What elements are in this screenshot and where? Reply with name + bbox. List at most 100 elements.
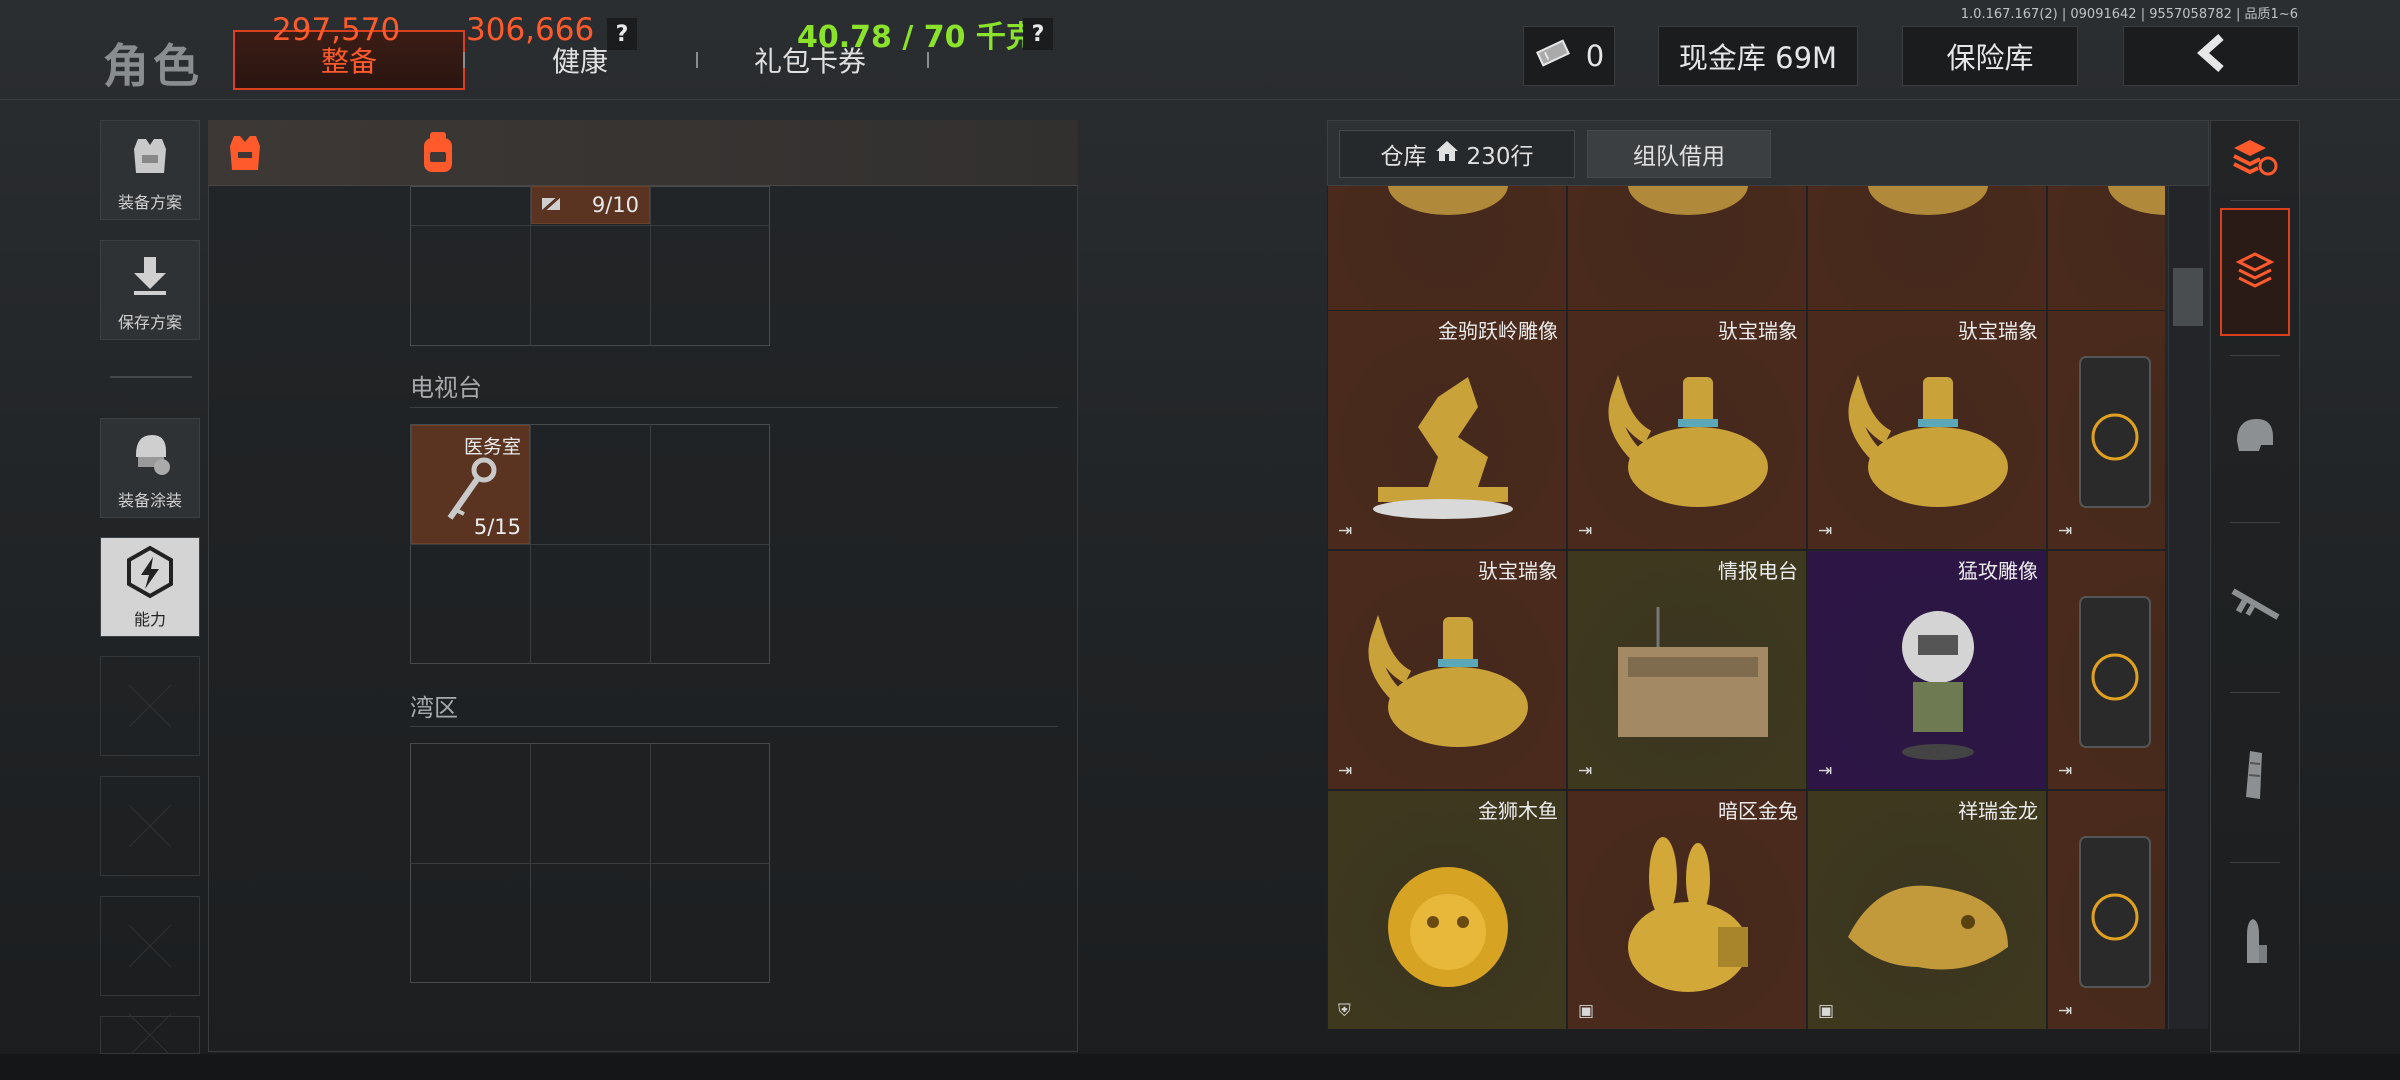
category-magazine[interactable] — [2220, 722, 2290, 832]
sidebar-item-ability[interactable]: 能力 — [100, 537, 200, 637]
sidebar-item-label: 能力 — [133, 610, 166, 629]
item-artwork — [2108, 186, 2165, 215]
category-divider — [2230, 355, 2280, 356]
sidebar-item-label: 装备涂装 — [117, 491, 182, 510]
item-artwork — [1618, 607, 1768, 737]
armor-value: 297,570 — [272, 12, 401, 48]
weight-help-button[interactable]: ? — [1023, 18, 1053, 50]
item-artwork — [1902, 611, 1974, 760]
item-artwork — [2079, 836, 2151, 988]
item-artwork — [2079, 596, 2151, 748]
storage-item[interactable]: 红魔 臻金 传奇⇥ — [2047, 550, 2165, 790]
item-name: 金狮木鱼 — [1478, 799, 1558, 823]
section-title: 湾区 — [410, 694, 458, 722]
empty-slot — [100, 656, 200, 756]
item-name: 猛攻雕像 — [1958, 559, 2038, 583]
item-artwork — [1368, 614, 1528, 747]
backpack-value-icon — [418, 130, 458, 180]
version-label: 1.0.167.167(2) | 09091642 | 9557058782 |… — [1960, 7, 2298, 22]
item-artwork — [1868, 186, 1988, 215]
category-ammo[interactable] — [2220, 890, 2290, 1000]
key-item[interactable]: 医务室 5/15 — [411, 425, 530, 544]
item-count: 9/10 — [591, 193, 639, 217]
exit-icon: ⇥ — [1338, 761, 1353, 781]
empty-slot — [100, 1016, 200, 1054]
tab-warehouse[interactable]: 仓库 230行 — [1339, 130, 1575, 178]
safe-vault-button[interactable]: 保险库 — [1902, 26, 2078, 86]
exit-icon: ⇥ — [1578, 521, 1593, 541]
category-weapon[interactable] — [2220, 552, 2290, 662]
rifle-icon — [2225, 583, 2285, 631]
tab-team-borrow[interactable]: 组队借用 — [1587, 130, 1771, 178]
category-divider — [2230, 692, 2280, 693]
back-button[interactable] — [2123, 26, 2299, 86]
storage-item[interactable]: 红魔 臻金 传奇⇥ — [2047, 790, 2165, 1029]
empty-slot — [100, 896, 200, 996]
exit-icon: ⇥ — [2058, 1001, 2073, 1021]
category-helmet[interactable] — [2220, 382, 2290, 492]
item-artwork — [2079, 356, 2151, 508]
exit-icon: ⇥ — [2058, 761, 2073, 781]
item-name: 暗区金兔 — [1718, 799, 1798, 823]
sidebar-item-loadout[interactable]: 装备方案 — [100, 120, 200, 220]
box-icon: ▣ — [1818, 1001, 1835, 1021]
weight-readout: 40.78 / 70 千克 — [797, 20, 1036, 55]
item-name: 祥瑞金龙 — [1958, 799, 2038, 823]
storage-item[interactable]: 祥瑞金龙 ▣ — [1807, 790, 2047, 1029]
item-artwork — [1848, 374, 2008, 507]
box-icon: ▣ — [1578, 1001, 1595, 1021]
storage-scroll-thumb[interactable] — [2173, 268, 2203, 326]
exit-icon: ⇥ — [1338, 521, 1353, 541]
item-name: 医务室 — [463, 436, 521, 458]
storage-item[interactable]: 红魔 臻金 传奇⇥ — [2047, 310, 2165, 550]
exit-icon: ⇥ — [2058, 521, 2073, 541]
exit-icon: ⇥ — [1818, 761, 1833, 781]
category-all[interactable] — [2220, 208, 2290, 336]
armor-value-icon — [228, 132, 262, 178]
storage-item[interactable]: 驮宝瑞象 ⇥ — [1567, 310, 1807, 550]
stash-item[interactable]: 9/10 — [531, 186, 650, 224]
stats-bar — [208, 120, 1078, 186]
cash-vault-button[interactable]: 现金库 69M — [1658, 26, 1858, 86]
ticket-count: 0 — [1585, 39, 1605, 73]
item-count: 5/15 — [473, 515, 521, 539]
item-name: 情报电台 — [1718, 559, 1798, 583]
layers-icon — [2235, 248, 2275, 296]
broken-item-icon — [540, 194, 562, 217]
sidebar-divider — [110, 376, 192, 378]
category-divider — [2230, 200, 2280, 201]
item-name: 驮宝瑞象 — [1958, 319, 2038, 343]
value-help-button[interactable]: ? — [607, 18, 637, 50]
tab-label: 仓库 — [1380, 144, 1427, 170]
bottom-strip — [0, 1054, 2400, 1080]
tab-divider — [696, 52, 698, 68]
storage-item[interactable]: 猛攻雕像 ⇥ — [1807, 550, 2047, 790]
item-artwork — [1628, 837, 1748, 992]
page-title: 角色 — [103, 39, 203, 93]
storage-item[interactable]: 暗区金兔 ▣ — [1567, 790, 1807, 1029]
category-sort[interactable] — [2220, 128, 2290, 192]
item-name: 金驹跃岭雕像 — [1438, 319, 1558, 343]
chevron-left-icon — [2193, 33, 2229, 80]
sidebar-item-skins[interactable]: 装备涂装 — [100, 418, 200, 518]
home-icon — [1435, 140, 1459, 168]
storage-item[interactable]: 驮宝瑞象 ⇥ — [1807, 310, 2047, 550]
helmet-paint-icon — [124, 419, 176, 487]
ticket-chip[interactable]: 0 — [1523, 26, 1615, 86]
item-artwork — [1848, 885, 2008, 970]
item-artwork — [1608, 374, 1768, 507]
storage-item[interactable]: 金狮木鱼 ⛨ — [1327, 790, 1567, 1029]
item-artwork — [1628, 186, 1748, 215]
shield-icon: ⛨ — [1338, 1001, 1351, 1021]
storage-item[interactable]: 驮宝瑞象 ⇥ — [1327, 550, 1567, 790]
sidebar-item-save-plan[interactable]: 保存方案 — [100, 240, 200, 340]
category-divider — [2230, 862, 2280, 863]
category-divider — [2230, 522, 2280, 523]
container-grid — [410, 743, 770, 983]
hexagon-bolt-icon — [123, 538, 177, 606]
tab-divider — [463, 52, 465, 68]
storage-item[interactable]: 情报电台 ⇥ — [1567, 550, 1807, 790]
backpack-value: 306,666 — [466, 12, 595, 48]
sidebar-item-label: 保存方案 — [117, 313, 182, 332]
storage-item[interactable]: 金驹跃岭雕像 ⇥ — [1327, 310, 1567, 550]
